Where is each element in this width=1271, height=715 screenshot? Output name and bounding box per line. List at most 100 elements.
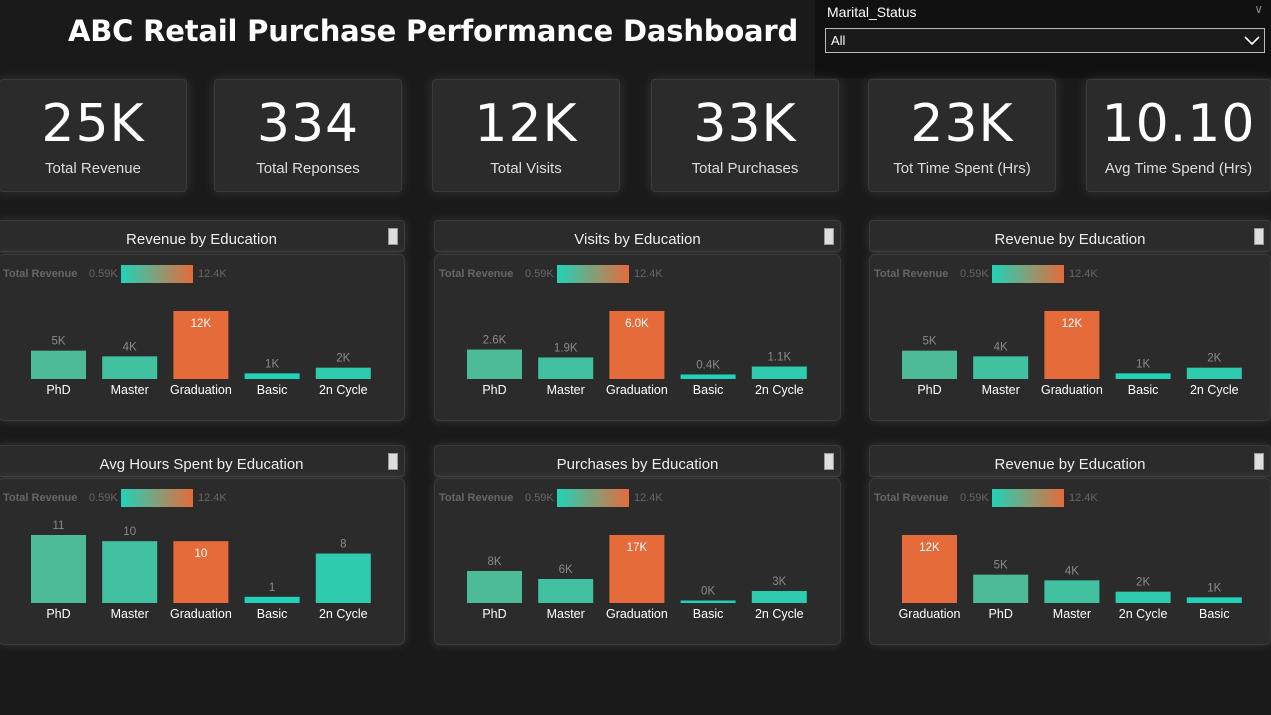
bar[interactable] — [751, 591, 807, 603]
category-label: 2n Cycle — [755, 607, 804, 621]
kpi-label: Avg Time Spend (Hrs) — [1104, 160, 1253, 177]
kpi-label: Tot Time Spent (Hrs) — [893, 160, 1031, 177]
panel-toggle-button[interactable] — [388, 453, 398, 470]
slicer-dropdown[interactable]: All — [825, 28, 1265, 53]
bar[interactable] — [467, 571, 522, 603]
slicer-selected-value: All — [831, 33, 846, 48]
dashboard-title: ABC Retail Purchase Performance Dashboar… — [68, 14, 799, 48]
bar[interactable] — [1115, 591, 1171, 603]
chart-title: Revenue by Education — [126, 231, 277, 248]
bar-chart-svg: 8K PhD 6K Master 17K Graduation 0K Basic 3K 2n Cy… — [467, 535, 807, 621]
chart-header-visits-education: Visits by Education — [434, 220, 841, 252]
chevron-down-icon[interactable] — [1243, 31, 1261, 49]
data-label: 17K — [627, 542, 648, 554]
bar-chart-svg: 11 PhD 10 Master 10 Graduation 1 Basic 8 2n Cycle — [31, 520, 371, 621]
bar[interactable] — [680, 600, 736, 604]
category-label: Graduation — [170, 607, 232, 621]
data-label: 2K — [336, 353, 350, 365]
data-label: 12K — [191, 318, 212, 330]
panel-toggle-button[interactable] — [1254, 228, 1264, 245]
slicer-label: Marital_Status — [827, 4, 917, 20]
bar[interactable] — [538, 357, 594, 379]
panel-toggle-button[interactable] — [388, 228, 398, 245]
bar[interactable] — [1044, 580, 1100, 603]
bar[interactable] — [680, 374, 736, 379]
data-label: 1K — [265, 358, 279, 370]
data-label: 1K — [1136, 358, 1150, 370]
category-label: Basic — [693, 383, 724, 397]
bar-chart-svg: 12K Graduation 5K PhD 4K Master 2K 2n Cycle 1K Ba… — [899, 535, 1242, 621]
data-label: 1.9K — [554, 342, 578, 354]
bar[interactable] — [973, 356, 1029, 379]
bar[interactable] — [1186, 597, 1242, 603]
data-label: 10 — [123, 526, 136, 538]
bar[interactable] — [902, 350, 957, 379]
category-label: PhD — [989, 607, 1013, 621]
data-label: 11 — [53, 520, 65, 532]
data-label: 8 — [340, 539, 346, 551]
kpi-card-total-responses: 334 Total Reponses — [214, 79, 402, 192]
category-label: PhD — [46, 607, 70, 621]
bar[interactable] — [973, 574, 1029, 603]
data-label: 1 — [269, 582, 275, 594]
marital-status-slicer[interactable]: Marital_Status ∨ All — [815, 0, 1271, 78]
data-label: 6.0K — [625, 318, 649, 330]
bar[interactable] — [1115, 373, 1171, 379]
bar[interactable] — [315, 553, 371, 603]
kpi-card-time-spent: 23K Tot Time Spent (Hrs) — [868, 79, 1056, 192]
data-label: 10 — [195, 548, 208, 560]
category-label: Master — [1053, 607, 1091, 621]
collapse-icon[interactable]: ∨ — [1254, 2, 1263, 16]
kpi-value: 23K — [910, 94, 1014, 154]
data-label: 1.1K — [767, 352, 791, 364]
bar[interactable] — [751, 366, 807, 379]
category-label: Graduation — [606, 607, 668, 621]
bar[interactable] — [1186, 367, 1242, 379]
data-label: 4K — [994, 341, 1008, 353]
category-label: Basic — [257, 607, 288, 621]
data-label: 12K — [919, 542, 940, 554]
chart-title: Purchases by Education — [556, 456, 719, 473]
category-label: Graduation — [170, 383, 232, 397]
panel-toggle-button[interactable] — [824, 453, 834, 470]
bar[interactable] — [31, 535, 86, 603]
category-label: Master — [111, 607, 149, 621]
bar[interactable] — [467, 349, 522, 379]
kpi-card-total-purchases: 33K Total Purchases — [651, 79, 839, 192]
bar[interactable] — [315, 367, 371, 379]
category-label: Basic — [257, 383, 288, 397]
kpi-value: 334 — [256, 94, 360, 154]
category-label: PhD — [482, 383, 506, 397]
data-label: 6K — [559, 564, 573, 576]
category-label: 2n Cycle — [319, 383, 368, 397]
chart-revenue-education-3[interactable]: Total Revenue 0.59K 12.4K 12K Graduation 5… — [869, 478, 1271, 645]
kpi-value: 10.10 — [1101, 94, 1256, 154]
data-label: 5K — [922, 336, 936, 348]
chart-header-revenue-education-2: Revenue by Education — [869, 220, 1271, 252]
kpi-label: Total Reponses — [256, 160, 360, 177]
category-label: PhD — [482, 607, 506, 621]
kpi-card-total-visits: 12K Total Visits — [432, 79, 620, 192]
category-label: PhD — [917, 383, 941, 397]
category-label: Master — [547, 607, 585, 621]
bar[interactable] — [244, 596, 300, 603]
chart-visits-education[interactable]: Total Revenue 0.59K 12.4K 2.6K PhD 1.9K Mas… — [434, 254, 841, 421]
panel-toggle-button[interactable] — [824, 228, 834, 245]
chart-revenue-education-1[interactable]: Total Revenue 0.59K 12.4K 5K PhD 4K Master 1… — [0, 254, 405, 421]
chart-revenue-education-2[interactable]: Total Revenue 0.59K 12.4K 5K PhD 4K Master 1… — [869, 254, 1271, 421]
chart-title: Revenue by Education — [994, 231, 1146, 248]
bar[interactable] — [102, 356, 158, 379]
chart-title: Revenue by Education — [994, 456, 1146, 473]
chart-purchases-education[interactable]: Total Revenue 0.59K 12.4K 8K PhD 6K Master 1… — [434, 478, 841, 645]
panel-toggle-button[interactable] — [1254, 453, 1264, 470]
chart-avg-hours-education[interactable]: Total Revenue 0.59K 12.4K 11 PhD 10 Master 1… — [0, 478, 405, 645]
category-label: 2n Cycle — [1119, 607, 1168, 621]
bar[interactable] — [102, 541, 158, 603]
bar-chart-svg: 5K PhD 4K Master 12K Graduation 1K Basic 2K 2n Cy… — [31, 311, 371, 397]
bar[interactable] — [31, 350, 86, 379]
kpi-card-avg-time-spend: 10.10 Avg Time Spend (Hrs) — [1086, 79, 1271, 192]
kpi-value: 25K — [41, 94, 145, 154]
bar[interactable] — [244, 373, 300, 379]
category-label: Graduation — [1041, 383, 1103, 397]
bar[interactable] — [538, 579, 594, 603]
